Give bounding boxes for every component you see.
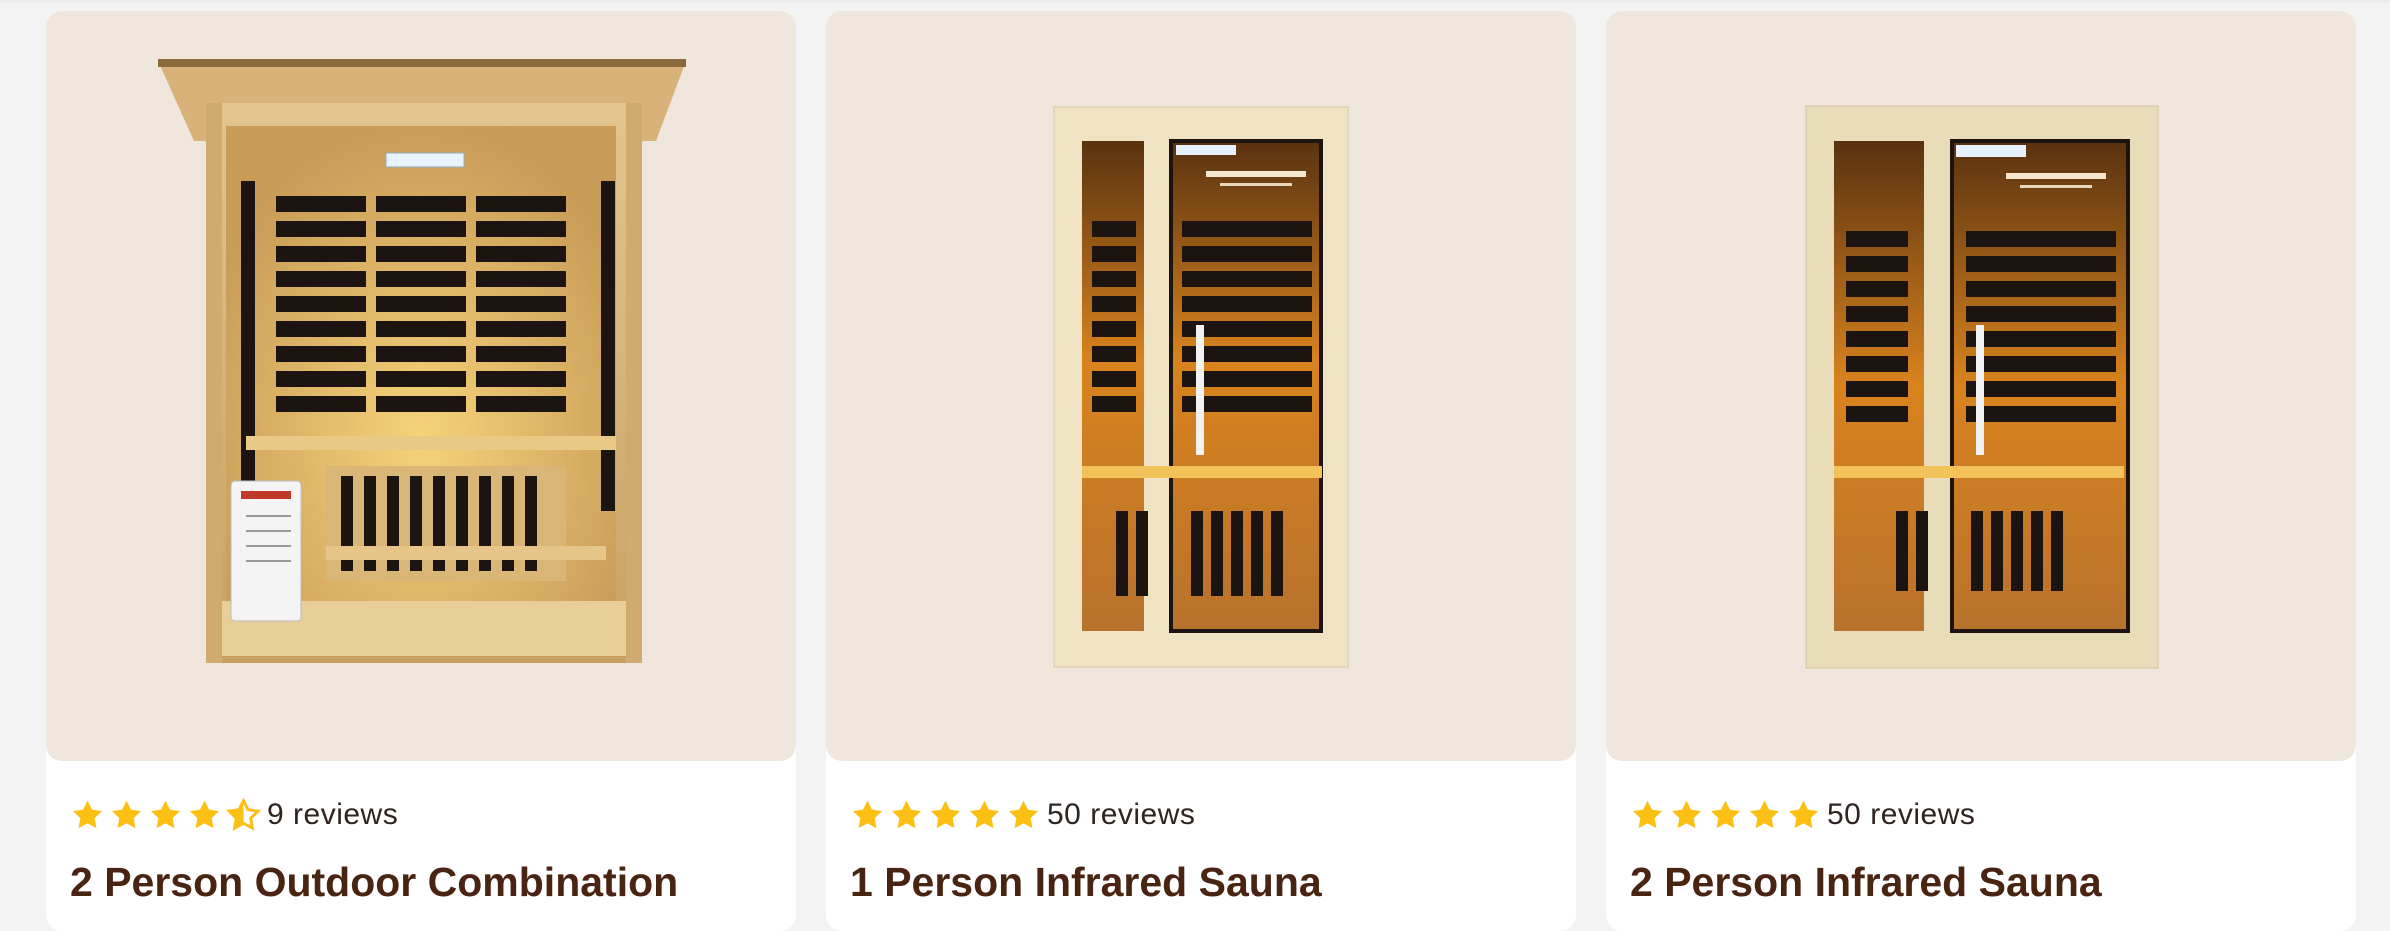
star-rating [850, 798, 1041, 833]
star-full-icon [853, 800, 882, 828]
star-full-icon [73, 800, 102, 828]
star-full-icon [151, 800, 180, 828]
sauna-2-person-image [1805, 105, 2159, 669]
rating-row: 50 reviews [1630, 793, 1975, 837]
star-full-icon [112, 800, 141, 828]
star-full-icon [1789, 800, 1818, 828]
star-full-icon [1009, 800, 1038, 828]
star-full-icon [892, 800, 921, 828]
product-card[interactable]: 50 reviews 2 Person Infrared Sauna [1606, 11, 2356, 931]
star-full-icon [931, 800, 960, 828]
product-grid: 9 reviews 2 Person Outdoor Combination 5… [0, 0, 2390, 931]
sauna-1-person-image [1053, 106, 1349, 668]
star-full-icon [970, 800, 999, 828]
product-image[interactable] [826, 11, 1576, 761]
rating-row: 50 reviews [850, 793, 1195, 837]
star-rating [1630, 798, 1821, 833]
product-title[interactable]: 2 Person Infrared Sauna [1630, 859, 2102, 906]
star-full-icon [190, 800, 219, 828]
star-rating [70, 797, 261, 833]
star-full-icon [1672, 800, 1701, 828]
sauna-outdoor-combination-image [158, 59, 686, 663]
product-title[interactable]: 1 Person Infrared Sauna [850, 859, 1322, 906]
star-full-icon [1711, 800, 1740, 828]
star-full-icon [1633, 800, 1662, 828]
product-image[interactable] [1606, 11, 2356, 761]
product-card[interactable]: 50 reviews 1 Person Infrared Sauna [826, 11, 1576, 931]
review-count[interactable]: 50 reviews [1827, 798, 1975, 832]
rating-row: 9 reviews [70, 793, 398, 837]
star-full-icon [1750, 800, 1779, 828]
review-count[interactable]: 9 reviews [267, 798, 398, 832]
product-image[interactable] [46, 11, 796, 761]
review-count[interactable]: 50 reviews [1047, 798, 1195, 832]
product-title[interactable]: 2 Person Outdoor Combination [70, 859, 678, 906]
star-half-icon [226, 797, 261, 831]
product-card[interactable]: 9 reviews 2 Person Outdoor Combination [46, 11, 796, 931]
